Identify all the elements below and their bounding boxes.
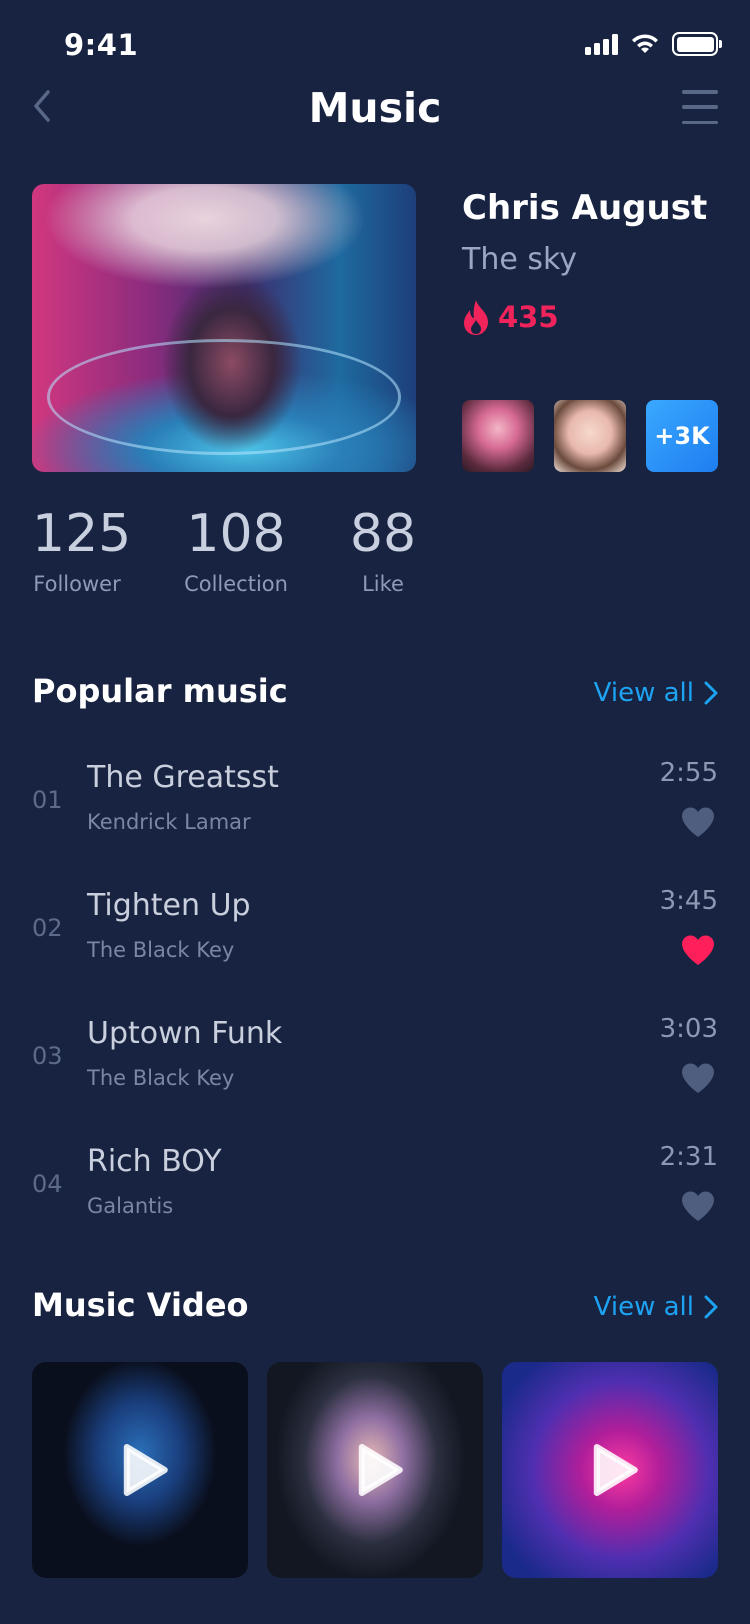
stat-label: Collection [184,572,288,596]
fire-icon [464,300,488,335]
fan-avatar[interactable] [462,400,534,472]
stat-follower: 125 Follower [32,504,132,596]
heart-icon[interactable] [680,934,716,966]
stat-like: 88 Like [340,508,426,596]
stat-label: Follower [33,572,121,596]
stat-collection: 108 Collection [178,508,294,596]
hot-count: 435 [498,300,559,334]
artist-name: Chris August [462,188,708,228]
track-duration: 3:45 [659,886,718,916]
track-number: 01 [32,786,63,814]
track-title: Rich BOY [87,1144,222,1179]
track-artist: Kendrick Lamar [87,810,251,834]
track-row[interactable]: 01 The Greatsst Kendrick Lamar 2:55 [32,758,718,854]
track-artist: The Black Key [87,1066,235,1090]
track-duration: 3:03 [659,1014,718,1044]
track-number: 02 [32,914,63,942]
battery-icon [672,32,722,56]
chevron-right-icon [704,681,718,705]
stat-label: Like [362,572,404,596]
track-row[interactable]: 04 Rich BOY Galantis 2:31 [32,1142,718,1238]
music-video-heading: Music Video [32,1286,249,1324]
album-cover-image[interactable] [32,184,416,472]
track-artist: Galantis [87,1194,174,1218]
music-video-thumbnail[interactable] [267,1362,483,1578]
track-artist: The Black Key [87,938,235,962]
videos-view-all-link[interactable]: View all [594,1292,718,1322]
wifi-icon [632,34,658,53]
track-title: Tighten Up [87,888,251,923]
status-time: 9:41 [64,28,139,62]
status-icons [585,32,722,56]
track-title: The Greatsst [87,760,279,795]
play-icon[interactable] [356,1443,404,1497]
stat-value: 88 [349,504,417,564]
track-title: Uptown Funk [87,1016,283,1051]
menu-icon[interactable] [682,90,718,124]
chevron-right-icon [704,1295,718,1319]
music-video-thumbnail[interactable] [502,1362,718,1578]
music-video-thumbnail[interactable] [32,1362,248,1578]
stat-value: 108 [186,504,286,564]
heart-icon[interactable] [680,1062,716,1094]
play-icon[interactable] [121,1443,169,1497]
track-number: 03 [32,1042,63,1070]
popular-view-all-link[interactable]: View all [594,678,718,708]
heart-icon[interactable] [680,1190,716,1222]
fan-avatar[interactable] [554,400,626,472]
view-all-label: View all [593,1292,694,1322]
song-name: The sky [462,242,578,277]
view-all-label: View all [593,678,694,708]
track-duration: 2:31 [659,1142,718,1172]
track-number: 04 [32,1170,63,1198]
stat-value: 125 [32,504,132,564]
popular-music-heading: Popular music [32,672,288,710]
more-fans-button[interactable]: +3K [646,400,718,472]
track-row[interactable]: 02 Tighten Up The Black Key 3:45 [32,886,718,982]
play-icon[interactable] [591,1443,639,1497]
signal-icon [585,33,618,55]
track-duration: 2:55 [659,758,718,788]
heart-icon[interactable] [680,806,716,838]
page-title: Music [308,84,442,132]
track-row[interactable]: 03 Uptown Funk The Black Key 3:03 [32,1014,718,1110]
